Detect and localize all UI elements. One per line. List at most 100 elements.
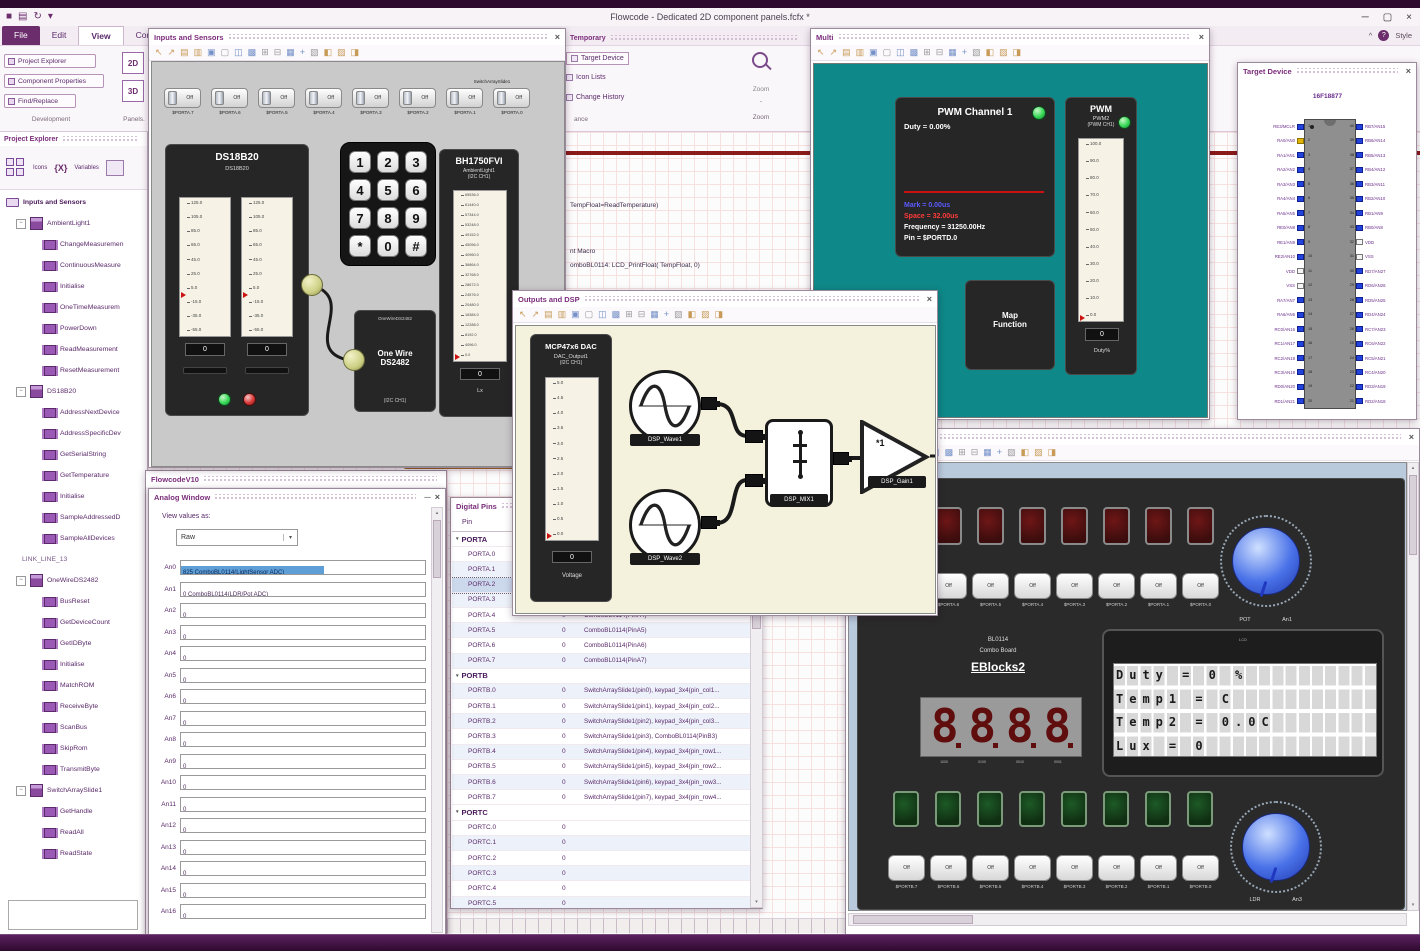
bh1750-component[interactable]: BH1750FVI AmbientLight1 (I2C CH1) 65536.… — [439, 149, 519, 417]
toolbar-icon[interactable]: ↗ — [168, 48, 176, 57]
analog-value-field[interactable]: 0 — [180, 775, 426, 791]
dsp-wave1-component[interactable] — [629, 370, 701, 442]
minimize-icon[interactable]: ─ — [424, 492, 430, 502]
pin-row[interactable]: PORTC.0 0 — [452, 821, 750, 836]
analog-value-field[interactable]: 0 — [180, 904, 426, 920]
toolbar-icon[interactable]: ▩ — [612, 310, 621, 319]
map-function-component[interactable]: Map Function — [965, 280, 1055, 370]
pin-row[interactable]: PORTB.5 0 SwitchArraySlide1(pin5), keypa… — [452, 760, 750, 775]
pin-row[interactable]: PORTC.2 0 — [452, 851, 750, 867]
pin-row[interactable]: PORTB.0 0 SwitchArraySlide1(pin0), keypa… — [452, 683, 750, 700]
chip-pin[interactable]: RA3/AN3 — [1242, 181, 1304, 188]
toolbar-icon[interactable]: ⊞ — [261, 48, 269, 57]
chip-pin[interactable]: RC1/AN17 — [1242, 340, 1304, 347]
chip-pin[interactable]: RD5/AN25 — [1356, 297, 1414, 304]
tree-item[interactable]: ReadState — [0, 843, 148, 864]
toolbar-icon[interactable]: ◨ — [715, 310, 724, 319]
toolbar-icon[interactable]: ▣ — [869, 48, 878, 57]
chip-pin[interactable]: RA4/AN4 — [1242, 195, 1304, 202]
view-toggle-item[interactable]: Target Device — [566, 52, 629, 65]
toolbar-icon[interactable]: ▧ — [674, 310, 683, 319]
chip-pin[interactable]: RD6/AN26 — [1356, 282, 1414, 289]
analog-value-field[interactable]: 0 — [180, 624, 426, 640]
toggle-button[interactable]: Off — [972, 855, 1009, 881]
chip-pin[interactable]: RC2/AN18 — [1242, 355, 1304, 362]
tree-item[interactable]: SampleAllDevices — [0, 528, 148, 549]
toolbar-icon[interactable]: ◧ — [324, 48, 333, 57]
chip-pin[interactable]: RA5/AN5 — [1242, 210, 1304, 217]
output-connector[interactable] — [833, 452, 852, 465]
toolbar-icon[interactable]: + — [300, 48, 305, 57]
tree-item[interactable]: ReadAll — [0, 822, 148, 843]
toolbar-icon[interactable]: ▨ — [999, 48, 1008, 57]
tree-item[interactable]: DS18B20 — [0, 381, 148, 402]
toolbar-icon[interactable]: ▦ — [983, 448, 992, 457]
wire-node[interactable] — [343, 349, 365, 371]
variables-tab-label[interactable]: Variables — [74, 165, 99, 171]
chip-pin[interactable]: RA7/AN7 — [1242, 297, 1304, 304]
toolbar-icon[interactable]: ⊟ — [971, 448, 979, 457]
toolbar-icon[interactable]: ▤ — [842, 48, 851, 57]
tree-item[interactable]: SampleAddressedD — [0, 507, 148, 528]
tree-item[interactable]: MatchROM — [0, 675, 148, 696]
pin-row[interactable]: PORTA.6 0 ComboBL0114(PinA6) — [452, 638, 750, 654]
toolbar-icon[interactable]: ◧ — [688, 310, 697, 319]
chip-pin[interactable]: RB1/AN9 — [1356, 210, 1414, 217]
analog-value-field[interactable]: 0 — [180, 646, 426, 662]
toolbar-icon[interactable]: ▦ — [948, 48, 957, 57]
toggle-button[interactable]: Off — [1140, 573, 1177, 599]
toggle-button[interactable]: Off — [1098, 573, 1135, 599]
keypad-key[interactable]: # — [405, 235, 427, 257]
slide-switch[interactable]: Off — [258, 88, 295, 108]
chip-pin[interactable]: RC3/AN19 — [1242, 369, 1304, 376]
ribbon-collapse-icon[interactable]: ^ — [1369, 31, 1373, 40]
keypad-key[interactable]: 8 — [377, 207, 399, 229]
tree-item[interactable]: GetIDByte — [0, 633, 148, 654]
slide-switch[interactable]: Off — [305, 88, 342, 108]
toolbar-icon[interactable]: ▥ — [558, 310, 567, 319]
toolbar-icon[interactable]: ▩ — [945, 448, 954, 457]
close-icon[interactable]: × — [1406, 12, 1412, 23]
switch-slider[interactable] — [403, 91, 412, 105]
pin-row[interactable]: PORTA.5 0 ComboBL0114(PinA5) — [452, 623, 750, 639]
slide-switch[interactable]: Off — [446, 88, 483, 108]
toolbar-icon[interactable]: ▩ — [910, 48, 919, 57]
wire-node[interactable] — [301, 274, 323, 296]
toolbar-icon[interactable]: ◨ — [351, 48, 360, 57]
toolbar-icon[interactable]: ↖ — [519, 310, 527, 319]
outputs-dsp-titlebar[interactable]: Outputs and DSP × — [513, 291, 937, 307]
chip-pin[interactable]: RC7/AN23 — [1356, 326, 1414, 333]
ds18b20-component[interactable]: DS18B20 DS18B20 125.0 105.0 85.0 65.0 45.0 25… — [165, 144, 309, 416]
chip-pin[interactable]: VDD — [1242, 268, 1304, 275]
toolbar-icon[interactable]: ◫ — [234, 48, 243, 57]
pin-row[interactable]: PORTB.7 0 SwitchArraySlide1(pin7), keypa… — [452, 790, 750, 806]
toolbar-icon[interactable]: ▧ — [972, 48, 981, 57]
pin-row[interactable]: PORTC.1 0 — [452, 835, 750, 851]
switch-slider[interactable] — [356, 91, 365, 105]
3d-panel-button[interactable]: 3D — [122, 80, 144, 102]
toolbar-icon[interactable]: ▢ — [883, 48, 892, 57]
analog-value-field[interactable]: 0 — [180, 839, 426, 855]
macros-tab-icon[interactable] — [105, 159, 124, 176]
tree-item[interactable]: ChangeMeasuremen — [0, 234, 148, 255]
analog-value-field[interactable]: 0 — [180, 603, 426, 619]
view-toggle-item[interactable]: Change History — [566, 94, 624, 101]
tree-item[interactable]: ResetMeasurement — [0, 360, 148, 381]
tree-item[interactable]: GetHandle — [0, 801, 148, 822]
toolbar-icon[interactable]: ▦ — [286, 48, 295, 57]
chip-pin[interactable]: RE2/AN10 — [1242, 253, 1304, 260]
slide-switch[interactable]: Off — [164, 88, 201, 108]
chip-pin[interactable]: RB0/AN8 — [1356, 224, 1414, 231]
project-explorer-button[interactable]: Project Explorer — [4, 54, 96, 68]
toolbar-icon[interactable]: + — [962, 48, 967, 57]
switch-slider[interactable] — [497, 91, 506, 105]
toggle-button[interactable]: Off — [1098, 855, 1135, 881]
tree-item[interactable]: AddressSpecificDev — [0, 423, 148, 444]
icons-tab-icon[interactable] — [6, 157, 26, 178]
vertical-scrollbar[interactable]: ▴ ▾ — [1407, 462, 1419, 911]
toggle-button[interactable]: Off — [1014, 855, 1051, 881]
toolbar-icon[interactable]: ◨ — [1013, 48, 1022, 57]
keypad-key[interactable]: 4 — [349, 179, 371, 201]
chip-pin[interactable]: RB6/AN14 — [1356, 137, 1414, 144]
find-replace-button[interactable]: Find/Replace — [4, 94, 76, 108]
